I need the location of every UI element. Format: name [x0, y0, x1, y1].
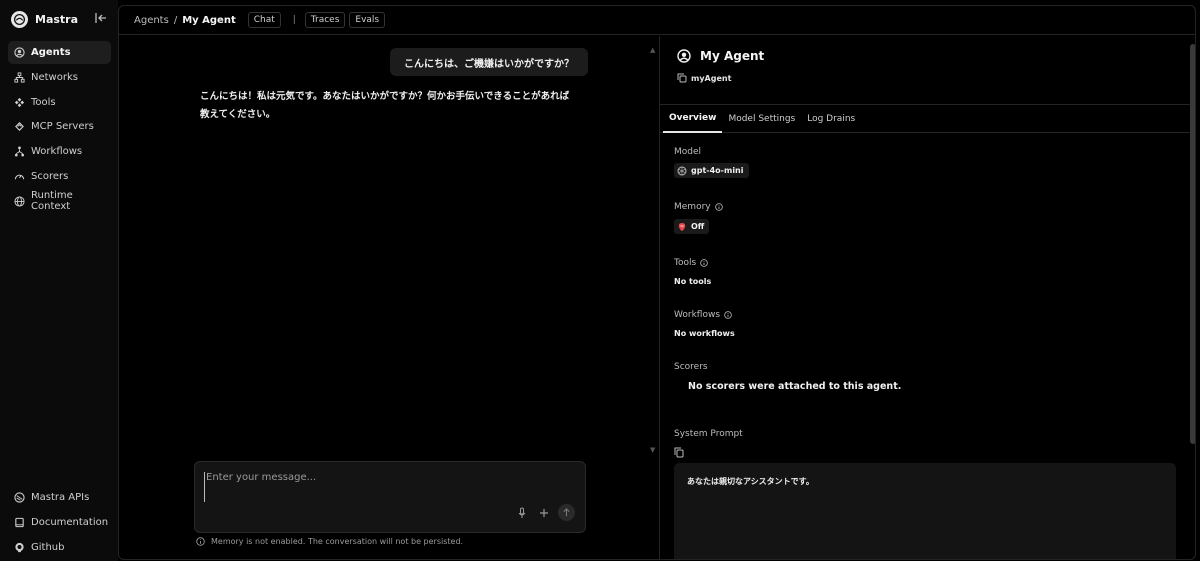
- tab-traces[interactable]: Traces: [304, 12, 346, 28]
- sidebar: Mastra Agents Networks Tools MCP Servers…: [0, 0, 118, 561]
- user-message: こんにちは、ご機嫌はいかがですか？: [390, 48, 588, 76]
- app-name: Mastra: [35, 12, 79, 26]
- system-prompt-box: あなたは親切なアシスタントです。: [674, 463, 1176, 559]
- tab-model-settings[interactable]: Model Settings: [722, 105, 801, 132]
- memory-label-text: Memory: [674, 202, 711, 212]
- sidebar-item-label: Github: [31, 542, 65, 553]
- gauge-icon: [14, 174, 25, 180]
- memory-label: Memory: [674, 202, 723, 212]
- sidebar-item-workflows[interactable]: Workflows: [8, 140, 111, 163]
- sidebar-item-label: Tools: [31, 96, 56, 108]
- agent-icon: [14, 47, 25, 58]
- chat-area: こんにちは、ご機嫌はいかがですか？ こんにちは！私は元気です。あなたはいかがです…: [119, 36, 659, 559]
- sidebar-item-github[interactable]: Github: [8, 536, 111, 559]
- sidebar-item-label: Runtime Context: [31, 190, 73, 213]
- brand[interactable]: Mastra: [11, 9, 78, 29]
- message-composer: [194, 461, 586, 533]
- send-button[interactable]: [558, 504, 575, 521]
- model-label: Model: [674, 147, 701, 157]
- network-icon: [14, 72, 25, 83]
- scroll-up-icon[interactable]: ▲: [650, 46, 658, 54]
- agent-avatar-icon: [677, 49, 691, 63]
- memory-notice-text: Memory is not enabled. The conversation …: [211, 537, 464, 546]
- globe-icon: [14, 196, 25, 207]
- sidebar-item-label: Agents: [31, 47, 71, 58]
- model-badge[interactable]: gpt-4o-mini: [674, 163, 749, 178]
- sidebar-item-label: Scorers: [31, 170, 69, 182]
- copy-icon[interactable]: [677, 73, 687, 83]
- info-icon[interactable]: [700, 259, 708, 267]
- memory-value: Off: [691, 222, 705, 231]
- sidebar-item-label: Workflows: [31, 146, 83, 158]
- copy-prompt-icon[interactable]: [674, 447, 684, 458]
- tools-label-text: Tools: [674, 258, 697, 268]
- workflows-label-text: Workflows: [674, 310, 721, 320]
- sidebar-item-documentation[interactable]: Documentation: [8, 511, 111, 534]
- tools-label: Tools: [674, 258, 708, 268]
- info-icon: [196, 537, 205, 546]
- sidebar-item-runtime-context[interactable]: Runtime Context: [8, 190, 111, 213]
- memory-off-icon: [678, 222, 686, 231]
- collapse-sidebar-icon[interactable]: [94, 11, 108, 25]
- sidebar-item-agents[interactable]: Agents: [8, 41, 111, 64]
- sidebar-nav: Agents Networks Tools MCP Servers Workfl…: [8, 41, 111, 215]
- mastra-logo-icon: [11, 10, 28, 28]
- breadcrumb-current: My Agent: [182, 14, 236, 26]
- scroll-down-icon[interactable]: ▼: [650, 446, 658, 454]
- microphone-icon[interactable]: [516, 507, 528, 519]
- model-label-text: Model: [674, 147, 702, 157]
- system-prompt-label: System Prompt: [674, 429, 743, 439]
- openai-icon: [677, 166, 687, 175]
- agent-id[interactable]: myAgent: [677, 73, 731, 83]
- sidebar-item-mastra-apis[interactable]: Mastra APIs: [8, 486, 111, 509]
- agent-panel: My Agent myAgent Overview Model Settings…: [659, 36, 1195, 559]
- scorers-label: Scorers: [674, 362, 708, 372]
- info-icon[interactable]: [724, 311, 732, 319]
- sidebar-item-mcp-servers[interactable]: MCP Servers: [8, 115, 111, 138]
- sidebar-item-scorers[interactable]: Scorers: [8, 165, 111, 188]
- agent-id-text: myAgent: [691, 73, 732, 83]
- model-value: gpt-4o-mini: [691, 166, 744, 175]
- info-icon[interactable]: [714, 203, 723, 211]
- sidebar-item-label: Documentation: [31, 517, 109, 528]
- system-prompt-label-text: System Prompt: [674, 429, 743, 439]
- book-icon: [15, 517, 24, 528]
- tab-divider: |: [292, 15, 296, 25]
- sidebar-item-label: MCP Servers: [31, 121, 94, 133]
- header-bar: Agents / My Agent Chat | Traces Evals: [119, 6, 1195, 35]
- tab-chat[interactable]: Chat: [247, 12, 281, 28]
- tools-icon: [14, 97, 25, 107]
- sidebar-item-label: Mastra APIs: [31, 492, 90, 503]
- mcp-icon: [15, 122, 24, 132]
- system-prompt-text: あなたは親切なアシスタントです。: [687, 477, 814, 486]
- workflows-label: Workflows: [674, 310, 732, 320]
- memory-notice: Memory is not enabled. The conversation …: [196, 537, 463, 546]
- assistant-message: こんにちは！私は元気です。あなたはいかがですか？何かお手伝いできることがあれば教…: [200, 91, 570, 120]
- github-icon: [15, 542, 24, 553]
- scorers-label-text: Scorers: [674, 362, 708, 372]
- sidebar-item-tools[interactable]: Tools: [8, 91, 111, 114]
- tab-overview[interactable]: Overview: [663, 104, 723, 133]
- sidebar-item-networks[interactable]: Networks: [8, 66, 111, 89]
- agent-panel-tabs: Overview Model Settings Log Drains: [660, 104, 1190, 133]
- memory-badge[interactable]: Off: [674, 219, 710, 234]
- breadcrumb-agents[interactable]: Agents: [134, 15, 169, 26]
- main-frame: Agents / My Agent Chat | Traces Evals こん…: [118, 5, 1196, 560]
- tools-value: No tools: [674, 277, 712, 286]
- tab-evals[interactable]: Evals: [349, 12, 386, 28]
- scorers-empty-state: No scorers were attached to this agent.: [688, 381, 902, 392]
- sidebar-bottom-nav: Mastra APIs Documentation Github: [8, 486, 111, 561]
- workflows-value: No workflows: [674, 329, 735, 338]
- plus-icon[interactable]: [538, 507, 550, 519]
- breadcrumb-separator: /: [173, 14, 178, 26]
- tab-log-drains[interactable]: Log Drains: [801, 105, 861, 132]
- sidebar-item-label: Networks: [31, 71, 78, 83]
- agent-title: My Agent: [677, 49, 764, 63]
- panel-scrollbar[interactable]: [1190, 44, 1195, 444]
- workflow-icon: [14, 146, 25, 157]
- arrow-up-icon: [563, 508, 570, 517]
- api-icon: [14, 492, 25, 503]
- message-input[interactable]: [204, 472, 574, 502]
- agent-name: My Agent: [700, 49, 765, 63]
